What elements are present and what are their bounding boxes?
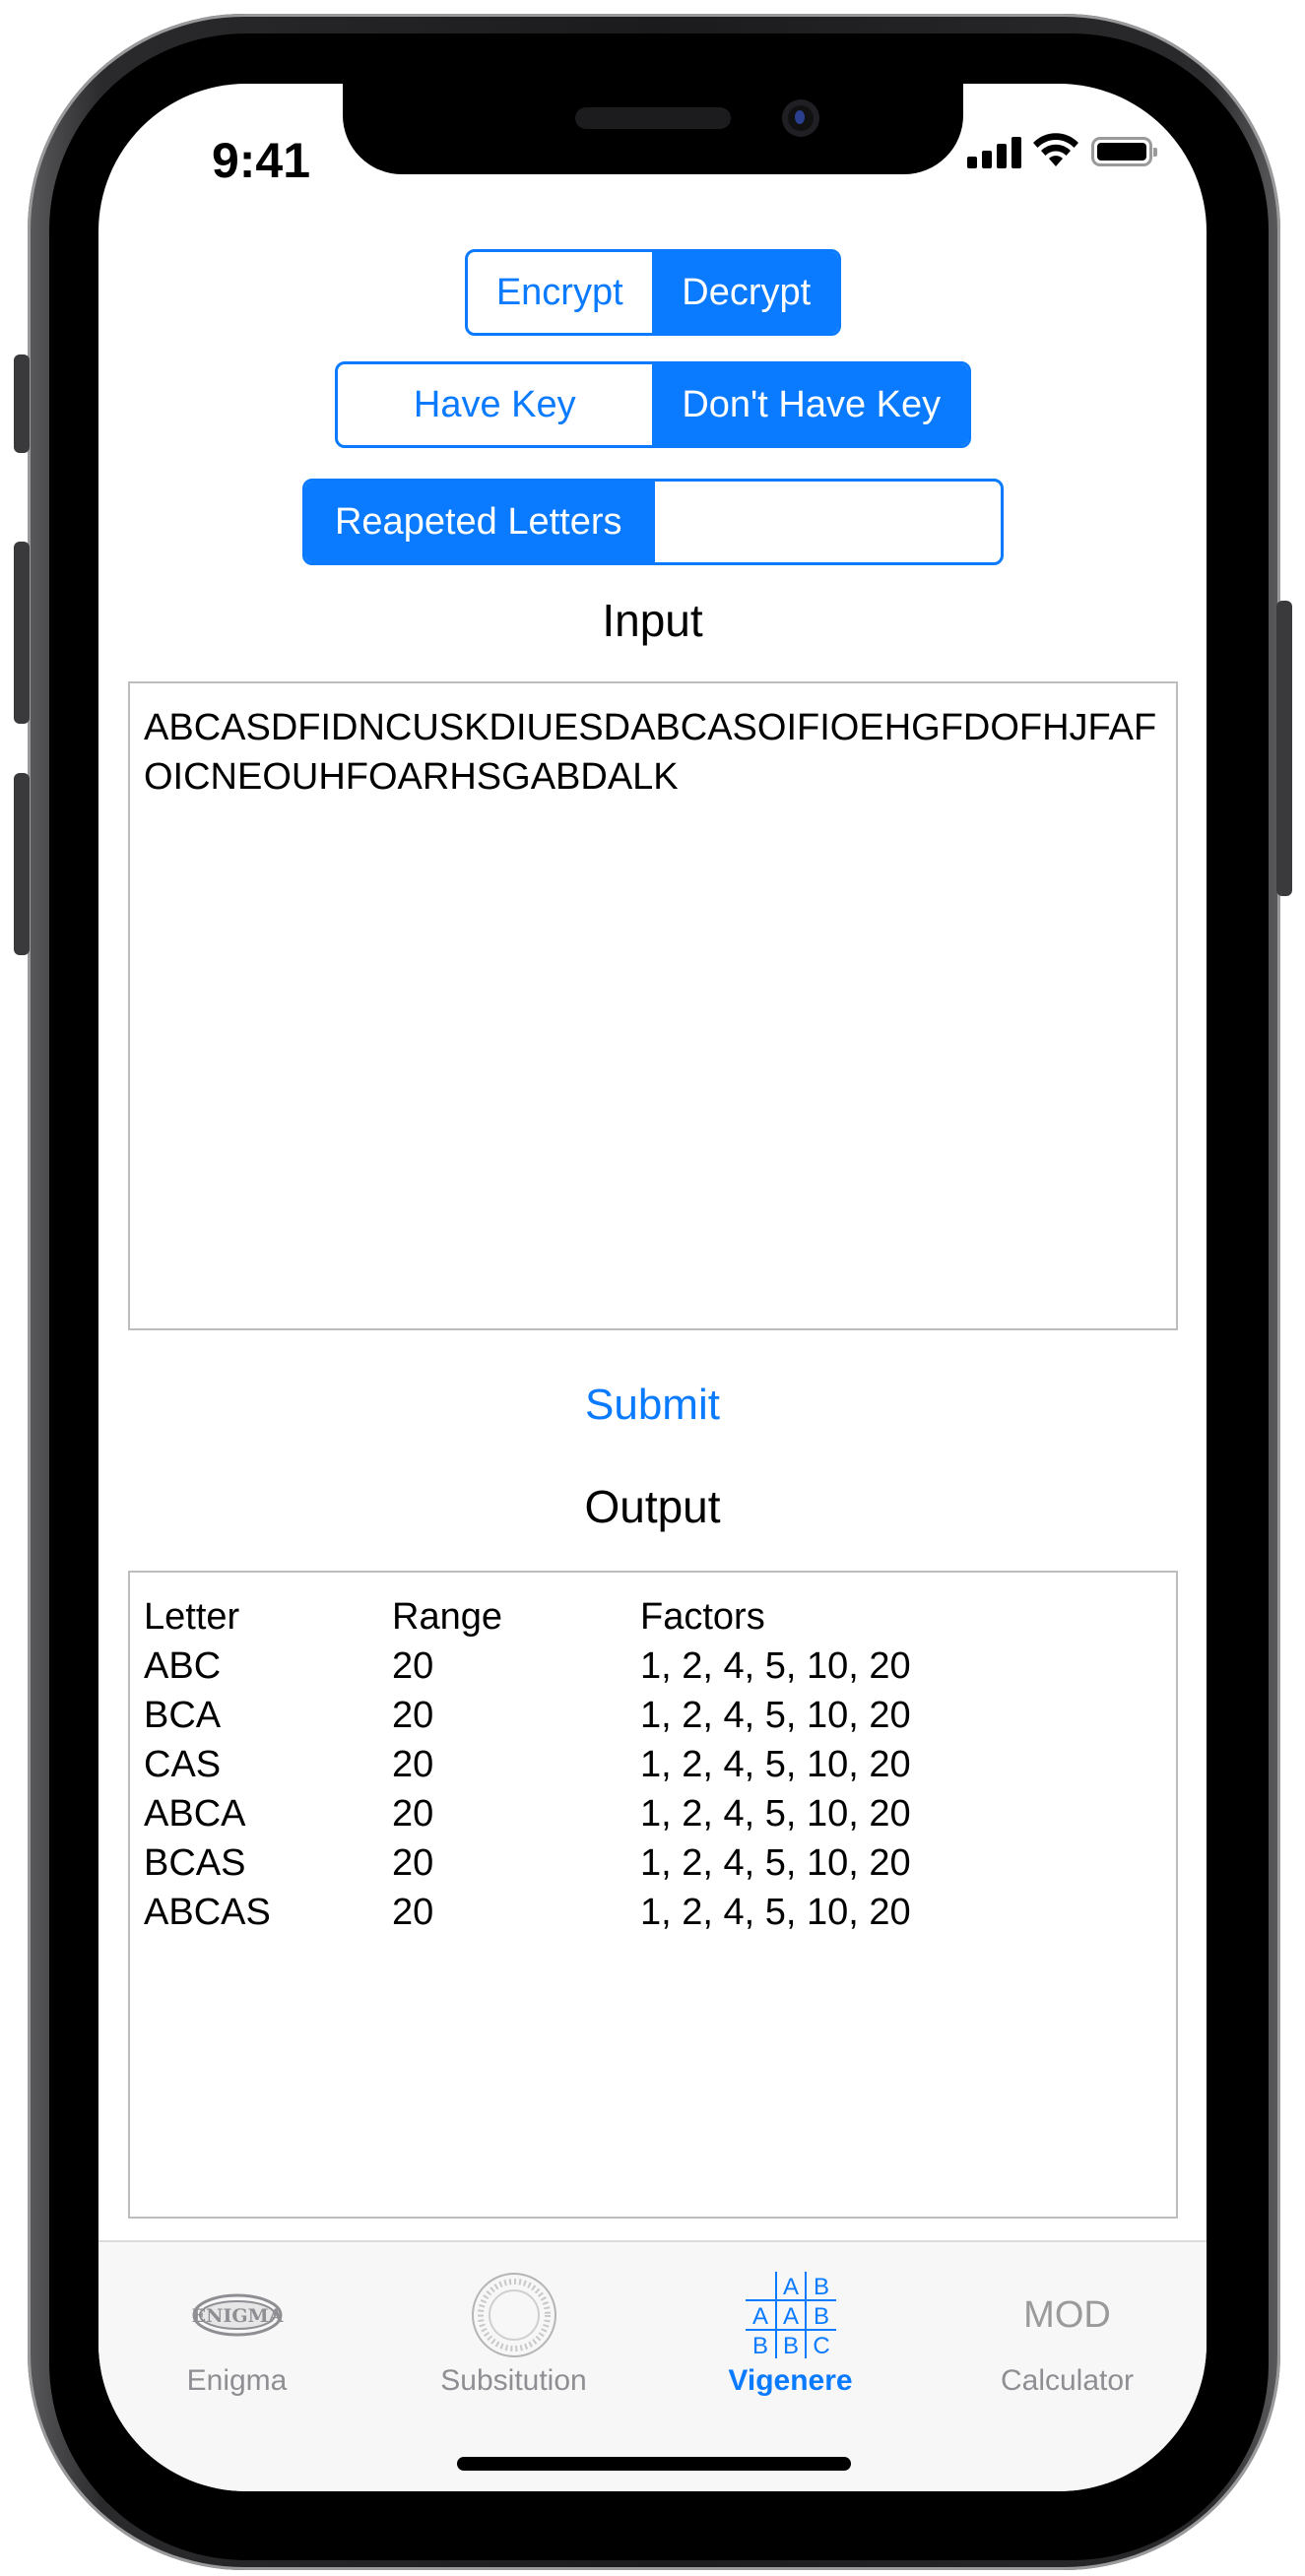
- volume-down-button: [14, 773, 30, 955]
- range-cell: 20: [392, 1645, 434, 1687]
- segment-have-key[interactable]: Have Key: [338, 364, 652, 445]
- tab-label-enigma: Enigma: [186, 2364, 288, 2397]
- factors-cell: 1, 2, 4, 5, 10, 20: [640, 1695, 911, 1736]
- home-indicator[interactable]: [457, 2457, 851, 2471]
- submit-button[interactable]: Submit: [98, 1376, 1207, 1435]
- letter-cell: ABCAS: [144, 1892, 271, 1933]
- factors-cell: 1, 2, 4, 5, 10, 20: [640, 1793, 911, 1835]
- front-camera: [782, 99, 819, 137]
- range-cell: 20: [392, 1744, 434, 1785]
- status-icons: [967, 133, 1164, 174]
- letter-cell: ABCA: [144, 1793, 246, 1835]
- output-row: BCA 20 1, 2, 4, 5, 10, 20: [144, 1691, 1162, 1740]
- segment-repeated-letters[interactable]: Reapeted Letters: [305, 482, 652, 562]
- vigenere-grid-icon: A B A A B B B C: [732, 2270, 850, 2360]
- range-cell: 20: [392, 1793, 434, 1835]
- speaker: [575, 107, 731, 129]
- cipher-wheel-icon: [455, 2270, 573, 2360]
- output-row: ABCA 20 1, 2, 4, 5, 10, 20: [144, 1789, 1162, 1838]
- factors-cell: 1, 2, 4, 5, 10, 20: [640, 1744, 911, 1785]
- mod-icon-text: MOD: [1023, 2293, 1111, 2336]
- output-header-row: Letter Range Factors: [144, 1592, 1162, 1642]
- factors-cell: 1, 2, 4, 5, 10, 20: [640, 1842, 911, 1884]
- tab-label-vigenere: Vigenere: [728, 2364, 853, 2397]
- column-header-factors: Factors: [640, 1596, 765, 1638]
- notch: [343, 84, 963, 174]
- screen: 9:41 Encrypt Decrypt Have Key Don't Have…: [98, 84, 1207, 2491]
- factors-cell: 1, 2, 4, 5, 10, 20: [640, 1892, 911, 1933]
- wifi-icon: [1033, 133, 1078, 166]
- grid-letter: B: [813, 2303, 828, 2330]
- column-header-range: Range: [392, 1596, 502, 1638]
- letter-cell: CAS: [144, 1744, 222, 1785]
- range-cell: 20: [392, 1892, 434, 1933]
- enigma-logo-icon: ENIGMA: [178, 2270, 296, 2360]
- tab-calculator[interactable]: MOD Calculator: [929, 2242, 1206, 2419]
- grid-letter: A: [751, 2303, 767, 2330]
- output-text-view[interactable]: Letter Range Factors ABC 20 1, 2, 4, 5, …: [128, 1571, 1178, 2219]
- grid-letter: A: [782, 2274, 798, 2300]
- cellular-signal-icon: [967, 135, 1022, 168]
- segment-encrypt[interactable]: Encrypt: [468, 252, 652, 333]
- power-button: [1276, 601, 1292, 896]
- mod-icon: MOD: [1009, 2270, 1127, 2360]
- grid-letter: C: [813, 2333, 829, 2359]
- status-time: 9:41: [211, 133, 311, 188]
- grid-letter: B: [813, 2274, 828, 2300]
- tab-enigma[interactable]: ENIGMA Enigma: [98, 2242, 375, 2419]
- segment-dont-have-key[interactable]: Don't Have Key: [651, 364, 968, 445]
- battery-icon: [1091, 137, 1157, 166]
- volume-up-button: [14, 542, 30, 724]
- grid-letter: B: [751, 2333, 767, 2359]
- output-label: Output: [584, 1481, 721, 1532]
- output-row: CAS 20 1, 2, 4, 5, 10, 20: [144, 1740, 1162, 1789]
- grid-letter: B: [782, 2333, 798, 2359]
- factors-cell: 1, 2, 4, 5, 10, 20: [640, 1645, 911, 1687]
- tab-subsitution[interactable]: Subsitution: [375, 2242, 652, 2419]
- svg-text:ENIGMA: ENIGMA: [191, 2305, 283, 2327]
- input-text-view[interactable]: ABCASDFIDNCUSKDIUESDABCASOIFIOEHGFDOFHJF…: [128, 681, 1178, 1330]
- output-row: ABCAS 20 1, 2, 4, 5, 10, 20: [144, 1888, 1162, 1937]
- range-cell: 20: [392, 1695, 434, 1736]
- output-row: ABC 20 1, 2, 4, 5, 10, 20: [144, 1642, 1162, 1691]
- tab-label-calculator: Calculator: [1000, 2364, 1135, 2397]
- input-label: Input: [602, 595, 703, 646]
- tab-label-subsitution: Subsitution: [440, 2364, 587, 2397]
- mode-segmented-control: Encrypt Decrypt: [465, 249, 841, 336]
- tab-vigenere[interactable]: A B A A B B B C Vigenere: [652, 2242, 929, 2419]
- letter-cell: BCA: [144, 1695, 222, 1736]
- mute-switch: [14, 354, 30, 453]
- output-row: BCAS 20 1, 2, 4, 5, 10, 20: [144, 1838, 1162, 1888]
- segment-decrypt[interactable]: Decrypt: [651, 252, 838, 333]
- range-cell: 20: [392, 1842, 434, 1884]
- tab-bar: ENIGMA Enigma Subsitution A B A A B B B …: [98, 2240, 1207, 2491]
- letter-cell: BCAS: [144, 1842, 246, 1884]
- analysis-segmented-control: Reapeted Letters: [302, 479, 1004, 565]
- key-segmented-control: Have Key Don't Have Key: [335, 361, 971, 448]
- letter-cell: ABC: [144, 1645, 222, 1687]
- column-header-letter: Letter: [144, 1596, 240, 1638]
- grid-letter: A: [782, 2303, 798, 2330]
- segment-empty[interactable]: [651, 482, 1002, 562]
